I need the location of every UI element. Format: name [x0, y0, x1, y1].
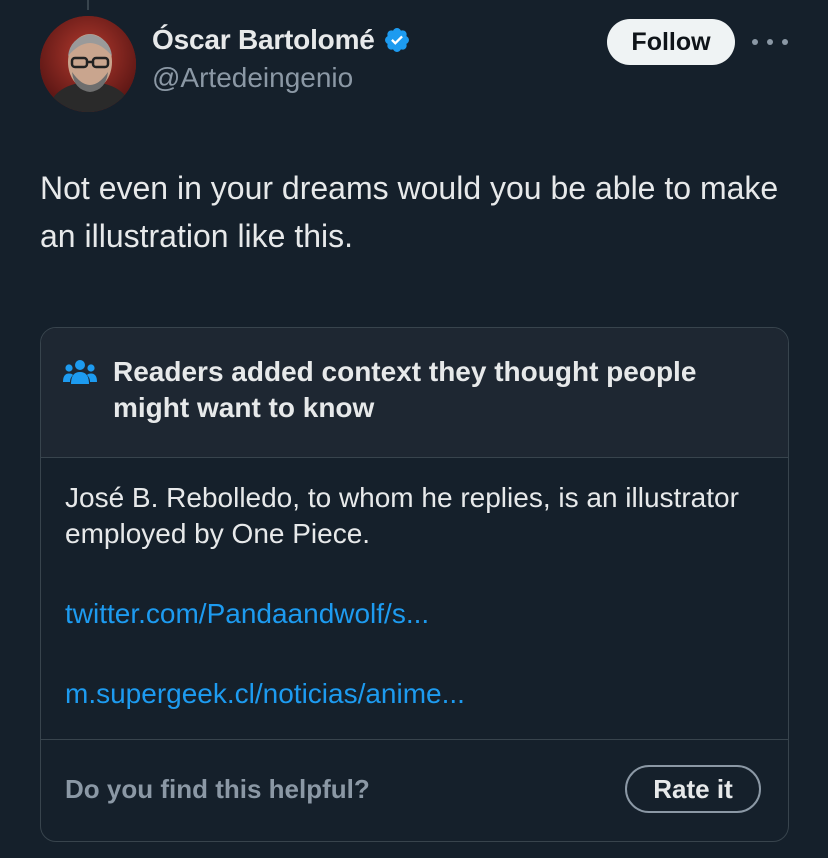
author-handle[interactable]: @Artedeingenio: [152, 62, 411, 94]
rate-it-button[interactable]: Rate it: [625, 765, 761, 813]
community-note-header: Readers added context they thought peopl…: [41, 328, 788, 458]
community-note-text: José B. Rebolledo, to whom he replies, i…: [65, 482, 739, 549]
more-options-icon[interactable]: [752, 36, 788, 48]
community-note-footer: Do you find this helpful? Rate it: [41, 739, 788, 841]
people-icon: [63, 360, 97, 384]
helpful-question: Do you find this helpful?: [65, 774, 370, 804]
verified-badge-icon: [384, 28, 409, 52]
dot: [767, 39, 773, 45]
dot: [752, 39, 758, 45]
avatar-photo: [40, 16, 136, 112]
tweet-header: Óscar Bartolomé @Artedeingenio Follow: [40, 14, 788, 114]
avatar[interactable]: [40, 16, 136, 112]
note-link-2[interactable]: m.supergeek.cl/noticias/anime...: [65, 676, 755, 712]
author-display-name[interactable]: Óscar Bartolomé: [152, 24, 375, 56]
dot: [782, 39, 788, 45]
author-info[interactable]: Óscar Bartolomé @Artedeingenio: [152, 24, 411, 94]
community-note-body: José B. Rebolledo, to whom he replies, i…: [65, 480, 755, 712]
note-link-1[interactable]: twitter.com/Pandaandwolf/s...: [65, 596, 755, 632]
follow-button[interactable]: Follow: [607, 19, 735, 65]
tweet-text: Not even in your dreams would you be abl…: [40, 170, 779, 254]
thread-connector-line: [87, 0, 89, 10]
community-note-card: Readers added context they thought peopl…: [40, 327, 789, 842]
community-note-title: Readers added context they thought peopl…: [113, 356, 697, 423]
